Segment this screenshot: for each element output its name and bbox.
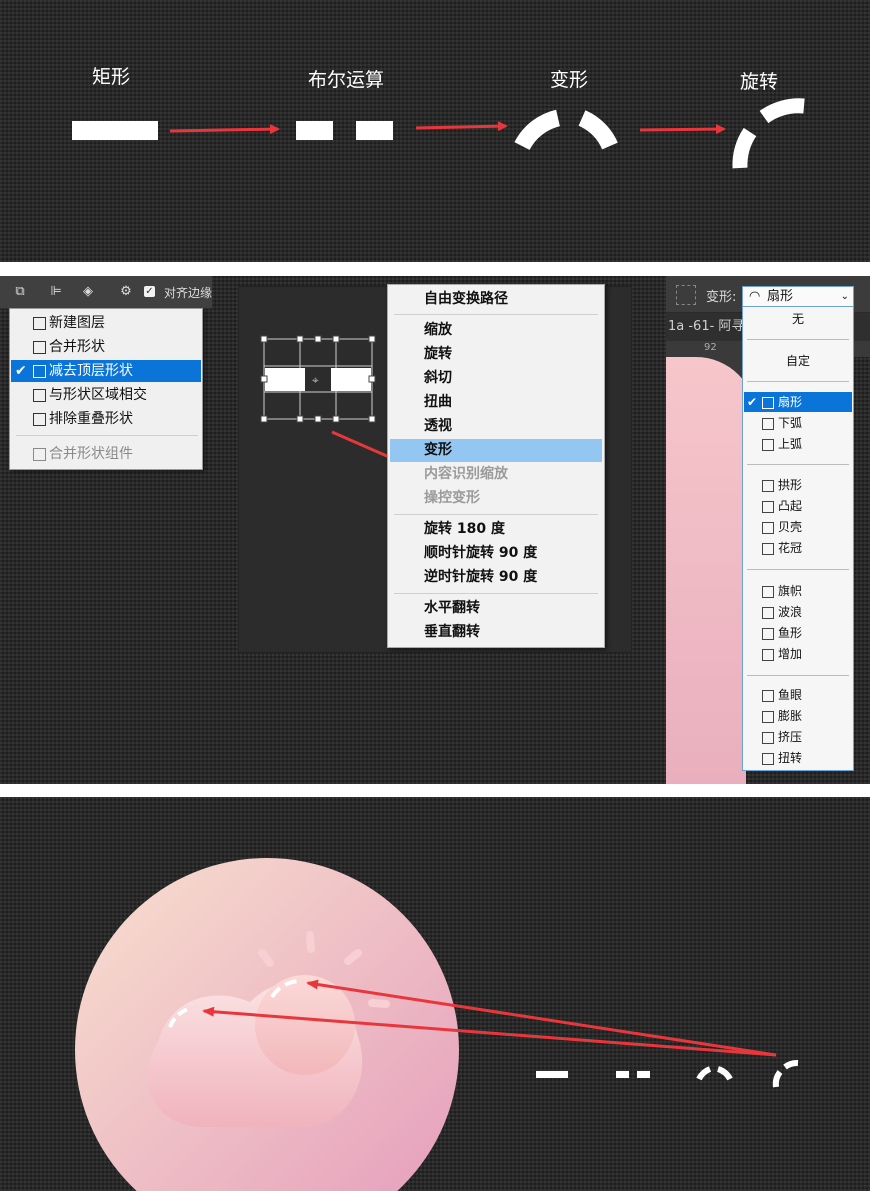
warp-option-twist[interactable]: 扭转	[744, 748, 852, 768]
warp-option-fish[interactable]: 鱼形	[744, 623, 852, 643]
transform-context-menu: 自由变换路径 缩放 旋转 斜切 扭曲 透视 变形 内容识别缩放 操控变形 旋转 …	[387, 284, 605, 648]
warp-style-select[interactable]: ◠ 扇形 ⌄	[742, 286, 854, 308]
rotate-arc-lower	[732, 127, 757, 169]
menu-item-rotate-180[interactable]: 旋转 180 度	[390, 518, 602, 541]
flag-icon	[762, 586, 774, 598]
warp-option-fisheye[interactable]: 鱼眼	[744, 685, 852, 705]
arrow-2	[415, 121, 508, 132]
menu-item-scale[interactable]: 缩放	[390, 319, 602, 342]
warp-option-custom[interactable]: 自定	[744, 351, 852, 371]
weather-icon-illustration	[75, 858, 799, 1191]
warp-option-shell[interactable]: 贝壳	[744, 517, 852, 537]
photoshop-ui-panel: ⧉ ⊫ ◈ ⚙ ✓ 对齐边缘 新建图层 合并形状 ✔ 减去顶层形状 与形状区域相…	[0, 276, 870, 784]
mini-arc-left	[696, 1066, 712, 1081]
warp-option-squeeze[interactable]: 挤压	[744, 727, 852, 747]
menu-item-content-aware-scale: 内容识别缩放	[424, 466, 508, 482]
result-illustration-panel	[0, 797, 870, 1191]
menu-item-warp[interactable]: 变形	[390, 439, 602, 462]
menu-item-rotate-90-cw[interactable]: 顺时针旋转 90 度	[390, 542, 602, 565]
chevron-down-icon: ⌄	[840, 291, 849, 302]
squeeze-icon	[762, 732, 774, 744]
arc-lower-icon	[762, 418, 774, 430]
warp-option-none[interactable]: 无	[744, 309, 852, 329]
warp-option-bulge[interactable]: 凸起	[744, 496, 852, 516]
warp-arc-right	[578, 110, 618, 150]
mini-rot-arc-lower	[772, 1070, 783, 1088]
mini-segment-right	[637, 1071, 650, 1078]
warp-arc-left	[514, 109, 561, 151]
panel1-graphics	[169, 98, 805, 169]
process-steps-panel: 矩形 布尔运算 变形 旋转	[0, 0, 870, 262]
warp-option-inflate[interactable]: 膨胀	[744, 706, 852, 726]
menu-item-skew[interactable]: 斜切	[390, 367, 602, 390]
arrow-3	[639, 124, 726, 135]
fish-icon	[762, 628, 774, 640]
warp-option-arc-lower[interactable]: 下弧	[744, 413, 852, 433]
rise-icon	[762, 649, 774, 661]
warp-label: 变形:	[706, 290, 737, 305]
warp-option-arc[interactable]: ✔ 扇形	[744, 392, 852, 412]
checkmark-icon: ✔	[747, 395, 758, 409]
canvas-preview	[666, 357, 746, 784]
menu-item-perspective[interactable]: 透视	[390, 415, 602, 438]
pink-shape	[666, 357, 746, 784]
mini-rot-arc-upper	[783, 1060, 799, 1070]
menu-item-flip-vertical[interactable]: 垂直翻转	[390, 621, 602, 644]
mini-segment-left	[616, 1071, 629, 1078]
menu-separator	[394, 514, 598, 515]
menu-separator	[747, 675, 849, 676]
menu-separator	[394, 314, 598, 315]
bulge-icon	[762, 501, 774, 513]
mini-rectangle	[536, 1071, 568, 1078]
sun-circle	[255, 975, 355, 1075]
warp-option-wave[interactable]: 波浪	[744, 602, 852, 622]
rotate-arc-upper	[759, 98, 805, 124]
menu-separator	[747, 464, 849, 465]
shell-icon	[762, 522, 774, 534]
arrow-1	[169, 124, 280, 135]
arc-upper-icon	[762, 439, 774, 451]
shape-right-block	[331, 368, 371, 391]
menu-separator	[747, 381, 849, 382]
twist-icon	[762, 753, 774, 765]
warp-style-dropdown: 无 自定 ✔ 扇形 下弧 上弧 拱形 凸起 贝壳 花冠 旗帜 波浪 鱼形 增加 鱼…	[742, 306, 854, 771]
mini-arc-right	[716, 1066, 733, 1081]
menu-item-rotate-90-ccw[interactable]: 逆时针旋转 90 度	[390, 566, 602, 589]
warp-option-arch[interactable]: 拱形	[744, 475, 852, 495]
menu-separator	[747, 569, 849, 570]
warp-option-flag[interactable]: 旗帜	[744, 581, 852, 601]
fan-icon: ◠	[749, 289, 761, 304]
shape-left-block	[265, 368, 305, 391]
warp-option-rise[interactable]: 增加	[744, 644, 852, 664]
crown-icon	[762, 543, 774, 555]
reference-point-icon: ⌖	[312, 373, 319, 387]
menu-item-distort[interactable]: 扭曲	[390, 391, 602, 414]
arc-icon	[762, 397, 774, 409]
warp-grid-icon[interactable]	[676, 285, 696, 305]
fisheye-icon	[762, 690, 774, 702]
menu-separator	[747, 339, 849, 340]
arch-icon	[762, 480, 774, 492]
wave-icon	[762, 607, 774, 619]
inflate-icon	[762, 711, 774, 723]
menu-item-free-transform-path[interactable]: 自由变换路径	[390, 288, 602, 311]
warp-option-arc-upper[interactable]: 上弧	[744, 434, 852, 454]
menu-item-puppet-warp: 操控变形	[424, 490, 480, 506]
menu-item-flip-horizontal[interactable]: 水平翻转	[390, 597, 602, 620]
menu-separator	[394, 593, 598, 594]
menu-item-rotate[interactable]: 旋转	[390, 343, 602, 366]
warp-option-flag-crown[interactable]: 花冠	[744, 538, 852, 558]
